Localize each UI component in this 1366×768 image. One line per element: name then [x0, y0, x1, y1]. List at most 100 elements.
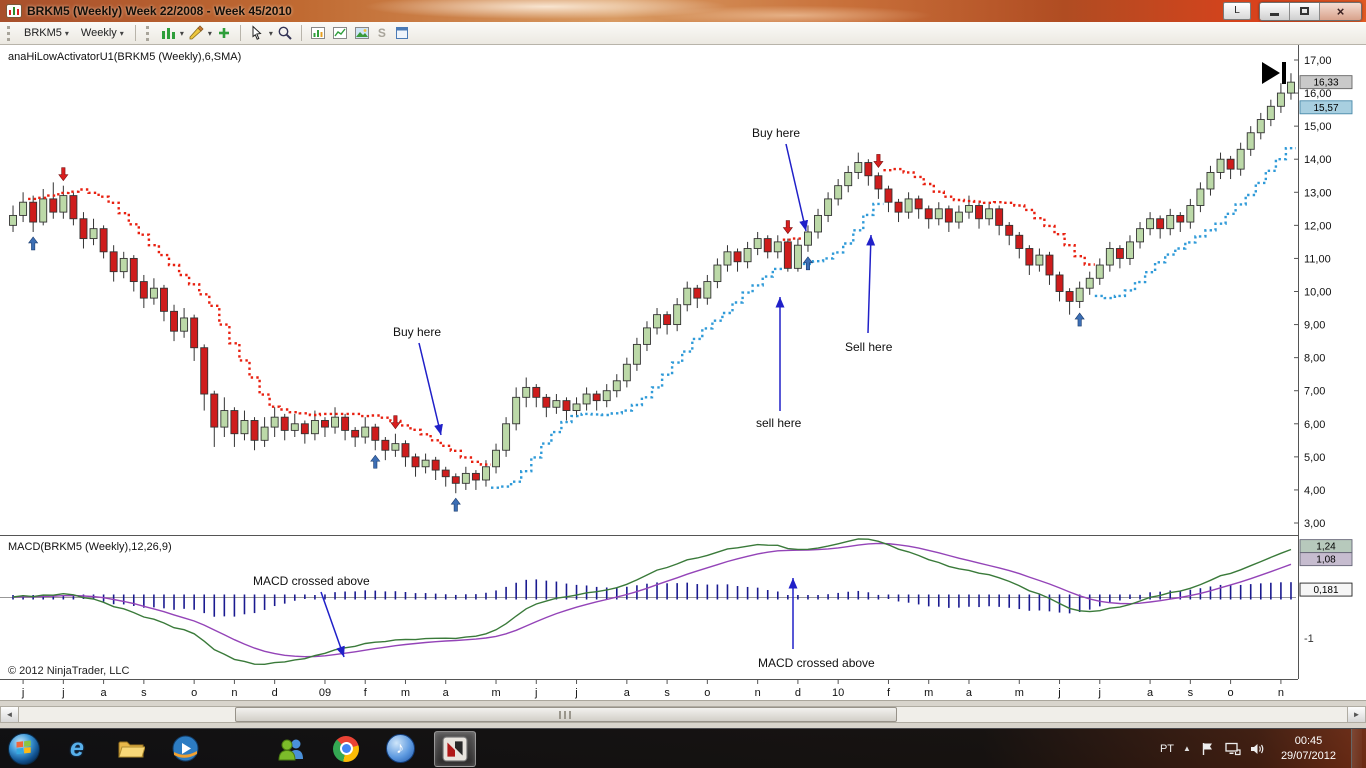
indicator-panel-button[interactable]: [308, 24, 328, 43]
taskbar-messenger[interactable]: [272, 732, 312, 766]
instrument-label: BRKM5: [24, 27, 62, 39]
time-axis-label: m: [1015, 687, 1024, 699]
taskbar-windows-explorer[interactable]: [111, 732, 151, 766]
price-axis-label: 10,00: [1304, 287, 1332, 299]
start-button[interactable]: [6, 731, 42, 767]
cursor-icon: [252, 25, 262, 40]
chart-annotation: MACD crossed above: [253, 574, 370, 588]
time-axis-label: d: [272, 687, 278, 699]
draw-tool-button[interactable]: [186, 24, 206, 43]
toolbar-grip[interactable]: [7, 25, 13, 41]
image-icon: [354, 27, 369, 39]
media-player-icon: [172, 735, 198, 762]
scroll-right-button[interactable]: ►: [1347, 707, 1365, 722]
time-axis-label: j: [574, 687, 577, 699]
clock-time: 00:45: [1294, 734, 1323, 747]
snap-mode-button[interactable]: S: [374, 26, 390, 40]
time-axis-label: a: [443, 687, 450, 699]
link-button[interactable]: L: [1223, 2, 1251, 20]
properties-icon: [395, 27, 408, 39]
price-axis-label: 14,00: [1304, 154, 1332, 166]
chevron-down-icon: ▾: [119, 28, 124, 38]
zoom-button[interactable]: [275, 24, 295, 43]
chart-annotation: Sell here: [845, 340, 893, 354]
chevron-down-icon: ▾: [64, 28, 69, 38]
time-axis-label: a: [101, 687, 108, 699]
time-axis-label: o: [191, 687, 197, 699]
chr ome-icon: [333, 735, 359, 762]
add-marker-button[interactable]: [214, 24, 234, 43]
chart-toolbar: BRKM5 ▾ Weekly ▾ ▾ ▾ ▾ S: [0, 22, 1366, 45]
macd-axis-label: -1: [1304, 633, 1314, 645]
title-bar: BRKM5 (Weekly) Week 22/2008 - Week 45/20…: [0, 0, 1366, 22]
price-axis-label: 7,00: [1304, 386, 1325, 398]
chart-annotation: Buy here: [393, 325, 441, 339]
cursor-tool-button[interactable]: [247, 24, 267, 43]
chart-style-button[interactable]: [158, 24, 178, 43]
indicator-label: anaHiLowActivatorU1(BRKM5 (Weekly),6,SMA…: [8, 51, 241, 63]
chart-annotation: sell here: [756, 416, 802, 430]
chart-canvas[interactable]: 17,00 16,00 15,00 14,00 13,00 12,00 11,00 10,00…: [0, 45, 1366, 700]
scrollbar-thumb[interactable]: [235, 707, 897, 722]
system-tray: PT ▲ 00:45 29/07/2012: [1160, 728, 1366, 768]
maximize-icon: [1300, 7, 1309, 15]
scrollbar-track[interactable]: [19, 707, 1347, 722]
chevron-down-icon[interactable]: ▾: [269, 29, 273, 38]
chart-image-button[interactable]: [352, 24, 372, 43]
time-axis-label: a: [1147, 687, 1154, 699]
time-axis-label: m: [491, 687, 500, 699]
time-axis-label: j: [21, 687, 24, 699]
interval-label: Weekly: [80, 27, 117, 39]
volume-icon[interactable]: [1250, 741, 1266, 757]
ninjatrader-icon: [442, 736, 468, 761]
show-hidden-icons-button[interactable]: ▲: [1183, 744, 1191, 753]
network-icon[interactable]: [1225, 741, 1241, 757]
chevron-down-icon[interactable]: ▾: [180, 29, 184, 38]
taskbar-ninjatrader-active[interactable]: [434, 730, 476, 767]
show-desktop-button[interactable]: [1351, 728, 1362, 768]
clock[interactable]: 00:45 29/07/2012: [1275, 734, 1342, 764]
window-bottom-strip: ◄ ►: [0, 700, 1366, 729]
overlay-panel-button[interactable]: [330, 24, 350, 43]
time-axis-label: j: [1098, 687, 1101, 699]
overlay-panel-icon: [332, 27, 347, 39]
horizontal-scrollbar[interactable]: ◄ ►: [0, 706, 1366, 723]
time-axis-label: o: [1228, 687, 1234, 699]
time-axis-label: s: [1188, 687, 1194, 699]
instrument-selector[interactable]: BRKM5 ▾: [19, 24, 74, 43]
clock-date: 29/07/2012: [1280, 749, 1336, 762]
taskbar-chrome[interactable]: [326, 732, 366, 766]
minimize-button[interactable]: [1260, 2, 1290, 20]
taskbar-media-player[interactable]: [165, 732, 205, 766]
itunes-icon: ♪: [385, 734, 415, 763]
language-indicator[interactable]: PT: [1160, 743, 1174, 755]
time-axis-label: j: [1057, 687, 1060, 699]
price-axis-label: 15,00: [1304, 121, 1332, 133]
macd-label: MACD(BRKM5 (Weekly),12,26,9): [8, 541, 172, 553]
maximize-button[interactable]: [1290, 2, 1320, 20]
price-axis-label: 5,00: [1304, 452, 1325, 464]
time-axis-label: s: [141, 687, 147, 699]
interval-selector[interactable]: Weekly ▾: [76, 24, 129, 43]
close-icon: ×: [1336, 3, 1345, 19]
time-axis-label: j: [61, 687, 64, 699]
close-button[interactable]: ×: [1320, 2, 1361, 20]
time-axis-label: a: [966, 687, 973, 699]
svg-text:1,24: 1,24: [1316, 542, 1336, 553]
taskbar-itunes[interactable]: ♪: [380, 732, 420, 766]
chart-area: 17,00 16,00 15,00 14,00 13,00 12,00 11,00 10,00…: [0, 45, 1366, 700]
properties-button[interactable]: [392, 24, 412, 43]
action-center-icon[interactable]: [1200, 741, 1216, 757]
svg-text:16,33: 16,33: [1313, 78, 1338, 89]
price-axis-label: 13,00: [1304, 187, 1332, 199]
toolbar-grip[interactable]: [145, 25, 152, 41]
price-axis-label: 16,00: [1304, 88, 1332, 100]
scroll-left-button[interactable]: ◄: [1, 707, 19, 722]
chart-annotation: Buy here: [752, 126, 800, 140]
time-axis-label: s: [664, 687, 670, 699]
taskbar-internet-explorer[interactable]: e: [57, 732, 97, 766]
minimize-icon: [1270, 13, 1279, 16]
time-axis-label: 09: [319, 687, 331, 699]
chevron-down-icon[interactable]: ▾: [208, 29, 212, 38]
time-axis-label: n: [231, 687, 237, 699]
